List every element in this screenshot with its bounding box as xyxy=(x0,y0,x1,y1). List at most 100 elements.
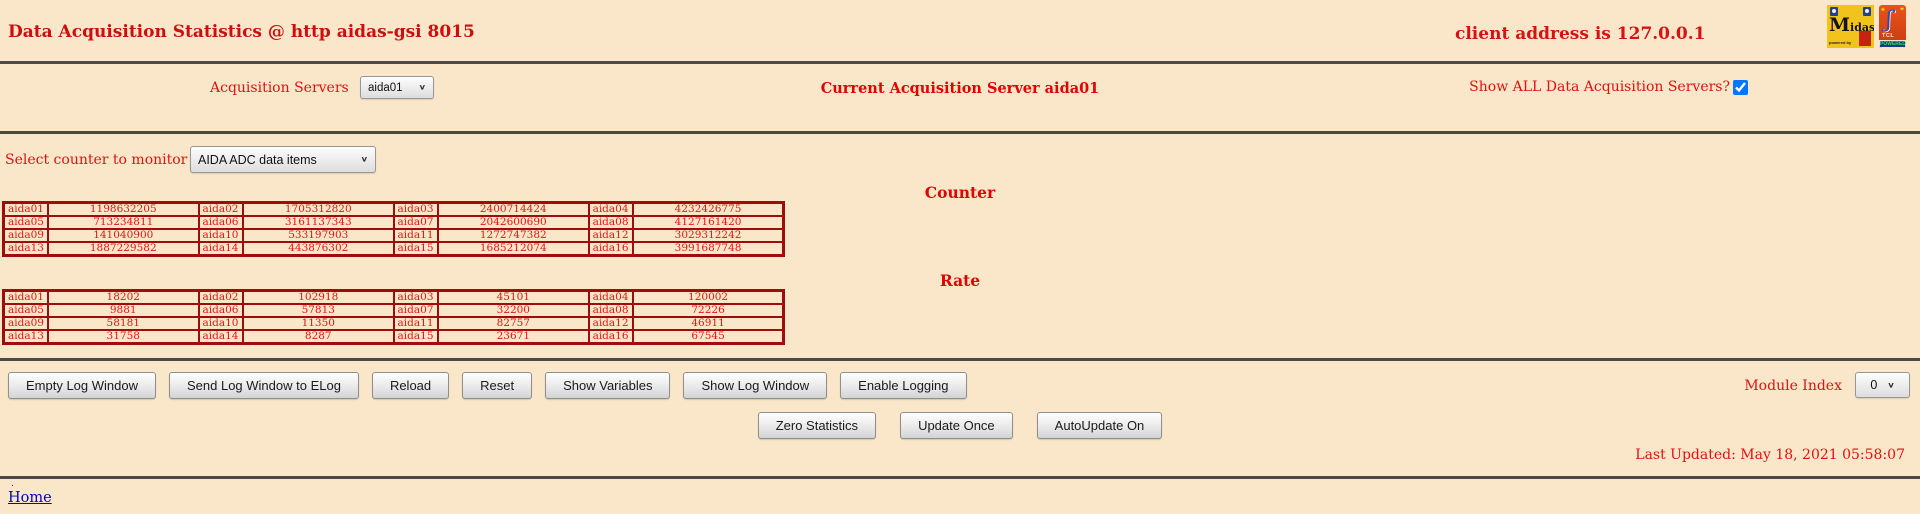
counter-label-cell: aida03 xyxy=(394,203,438,217)
counter-label-cell: aida10 xyxy=(199,229,243,242)
counter-label-cell: aida12 xyxy=(589,229,633,242)
rate-label-cell: aida01 xyxy=(4,291,48,305)
midas-mini-red-logo xyxy=(1859,31,1871,46)
counter-label-cell: aida05 xyxy=(4,216,48,229)
rate-value-cell: 46911 xyxy=(633,317,784,330)
divider xyxy=(0,358,1920,361)
counter-label-cell: aida07 xyxy=(394,216,438,229)
counter-value-cell: 1685212074 xyxy=(438,242,589,256)
chevron-down-icon: ∨ xyxy=(1887,381,1894,389)
send-log-window-to-elog-button[interactable]: Send Log Window to ELog xyxy=(169,372,359,399)
chevron-down-icon: ∨ xyxy=(361,155,368,163)
reload-button[interactable]: Reload xyxy=(372,372,449,399)
stray-dot-text: . xyxy=(11,480,14,488)
counter-type-select-value: AIDA ADC data items xyxy=(198,153,317,167)
rate-label-cell: aida08 xyxy=(589,304,633,317)
tcl-quote-mark: ❞ xyxy=(1900,6,1904,15)
tcl-powered-text: POWERED xyxy=(1879,40,1906,48)
show-all-servers-control: Show ALL Data Acquisition Servers? xyxy=(1469,79,1748,95)
counter-value-cell: 1272747382 xyxy=(438,229,589,242)
counter-label-cell: aida13 xyxy=(4,242,48,256)
counter-type-select[interactable]: AIDA ADC data items ∨ xyxy=(190,146,376,173)
zero-statistics-button[interactable]: Zero Statistics xyxy=(758,412,876,439)
header-logos: Midas powered by ❝ ❞ ʃ TCL POWERED xyxy=(1827,5,1906,48)
rate-label-cell: aida04 xyxy=(589,291,633,305)
counter-label-cell: aida01 xyxy=(4,203,48,217)
log-toolbar: Empty Log Window Send Log Window to ELog R… xyxy=(8,372,967,399)
rate-heading: Rate xyxy=(0,271,1920,290)
tcl-powered-logo: ❝ ❞ ʃ TCL POWERED xyxy=(1879,5,1906,48)
counter-label-cell: aida06 xyxy=(199,216,243,229)
rate-value-cell: 23671 xyxy=(438,330,589,344)
reset-button[interactable]: Reset xyxy=(462,372,532,399)
tcl-logo-text: TCL xyxy=(1882,33,1894,39)
update-once-button[interactable]: Update Once xyxy=(900,412,1013,439)
counter-value-cell: 4232426775 xyxy=(633,203,784,217)
rate-label-cell: aida13 xyxy=(4,330,48,344)
autoupdate-on-button[interactable]: AutoUpdate On xyxy=(1037,412,1163,439)
last-updated-text: Last Updated: May 18, 2021 05:58:07 xyxy=(1635,447,1905,463)
show-all-servers-checkbox[interactable] xyxy=(1733,80,1748,95)
counter-value-cell: 533197903 xyxy=(243,229,394,242)
counter-row: aida05713234811aida063161137343aida07204… xyxy=(4,216,784,229)
counter-value-cell: 3029312242 xyxy=(633,229,784,242)
module-index-label: Module Index xyxy=(1744,378,1842,394)
divider xyxy=(0,61,1920,64)
counter-monitor-label: Select counter to monitor xyxy=(5,152,187,168)
rate-value-cell: 9881 xyxy=(48,304,199,317)
counter-label-cell: aida04 xyxy=(589,203,633,217)
divider xyxy=(0,476,1920,479)
counter-value-cell: 2400714424 xyxy=(438,203,589,217)
rate-row: aida0958181aida1011350aida1182757aida124… xyxy=(4,317,784,330)
client-address-text: client address is 127.0.0.1 xyxy=(1455,24,1706,44)
counter-label-cell: aida15 xyxy=(394,242,438,256)
rate-label-cell: aida06 xyxy=(199,304,243,317)
rate-value-cell: 31758 xyxy=(48,330,199,344)
rate-value-cell: 67545 xyxy=(633,330,784,344)
rate-row: aida059881aida0657813aida0732200aida0872… xyxy=(4,304,784,317)
counter-label-cell: aida11 xyxy=(394,229,438,242)
rate-table: aida0118202aida02102918aida0345101aida04… xyxy=(2,289,785,345)
rate-value-cell: 8287 xyxy=(243,330,394,344)
counter-value-cell: 713234811 xyxy=(48,216,199,229)
home-link[interactable]: Home xyxy=(8,490,52,506)
page-title: Data Acquisition Statistics @ http aidas… xyxy=(8,22,475,42)
counter-row: aida131887229582aida14443876302aida15168… xyxy=(4,242,784,256)
rate-label-cell: aida10 xyxy=(199,317,243,330)
module-index-select[interactable]: 0 ∨ xyxy=(1855,372,1910,398)
counter-label-cell: aida14 xyxy=(199,242,243,256)
counter-value-cell: 1887229582 xyxy=(48,242,199,256)
tcl-feather-icon: ʃ xyxy=(1886,8,1898,34)
rate-value-cell: 102918 xyxy=(243,291,394,305)
enable-logging-button[interactable]: Enable Logging xyxy=(840,372,966,399)
counter-value-cell: 1198632205 xyxy=(48,203,199,217)
rate-row: aida1331758aida148287aida1523671aida1667… xyxy=(4,330,784,344)
counter-row: aida011198632205aida021705312820aida0324… xyxy=(4,203,784,217)
rate-label-cell: aida09 xyxy=(4,317,48,330)
rate-value-cell: 45101 xyxy=(438,291,589,305)
rate-value-cell: 57813 xyxy=(243,304,394,317)
counter-label-cell: aida08 xyxy=(589,216,633,229)
counter-value-cell: 1705312820 xyxy=(243,203,394,217)
counter-value-cell: 2042600690 xyxy=(438,216,589,229)
empty-log-window-button[interactable]: Empty Log Window xyxy=(8,372,156,399)
counter-value-cell: 3991687748 xyxy=(633,242,784,256)
rate-label-cell: aida16 xyxy=(589,330,633,344)
counter-table: aida011198632205aida021705312820aida0324… xyxy=(2,201,785,257)
counter-value-cell: 4127161420 xyxy=(633,216,784,229)
rate-value-cell: 72226 xyxy=(633,304,784,317)
rate-value-cell: 18202 xyxy=(48,291,199,305)
rate-value-cell: 32200 xyxy=(438,304,589,317)
rate-label-cell: aida07 xyxy=(394,304,438,317)
module-index-select-value: 0 xyxy=(1870,378,1877,392)
counter-label-cell: aida02 xyxy=(199,203,243,217)
rate-row: aida0118202aida02102918aida0345101aida04… xyxy=(4,291,784,305)
rate-label-cell: aida11 xyxy=(394,317,438,330)
tcl-quote-mark: ❝ xyxy=(1881,6,1885,15)
counter-value-cell: 3161137343 xyxy=(243,216,394,229)
counter-row: aida09141040900aida10533197903aida111272… xyxy=(4,229,784,242)
rate-label-cell: aida14 xyxy=(199,330,243,344)
statistics-actions: Zero Statistics Update Once AutoUpdate On xyxy=(0,412,1920,439)
show-variables-button[interactable]: Show Variables xyxy=(545,372,670,399)
show-log-window-button[interactable]: Show Log Window xyxy=(683,372,827,399)
